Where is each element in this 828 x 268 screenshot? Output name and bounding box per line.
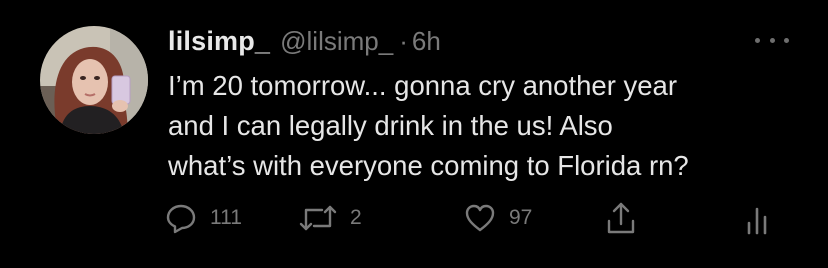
tweet-time[interactable]: 6h [412, 26, 441, 57]
tweet-header: lilsimp_ @lilsimp_ · 6h [168, 26, 441, 56]
tweet-text: I’m 20 tomorrow... gonna cry another yea… [168, 66, 808, 186]
share-button[interactable] [604, 200, 638, 236]
display-name[interactable]: lilsimp_ [168, 26, 270, 57]
retweet-button[interactable]: 2 [298, 200, 362, 236]
tweet-text-line: and I can legally drink in the us! Also [168, 110, 613, 141]
heart-icon [465, 204, 495, 232]
reply-icon [166, 204, 196, 234]
retweet-count: 2 [350, 206, 362, 229]
analytics-button[interactable] [744, 200, 770, 236]
more-dot [784, 37, 789, 43]
tweet[interactable]: lilsimp_ @lilsimp_ · 6h I’m 20 tomorrow.… [0, 0, 828, 268]
analytics-icon [747, 207, 767, 235]
like-count: 97 [509, 206, 533, 229]
share-icon [607, 202, 635, 234]
user-handle[interactable]: @lilsimp_ [280, 26, 393, 57]
tweet-text-line: what’s with everyone coming to Florida r… [168, 150, 689, 181]
reply-count: 111 [210, 206, 242, 229]
avatar-image [40, 26, 148, 134]
tweet-text-line: I’m 20 tomorrow... gonna cry another yea… [168, 70, 677, 101]
reply-button[interactable]: 111 [164, 200, 242, 236]
more-icon[interactable] [755, 32, 789, 48]
tweet-actions: 111 2 97 [0, 200, 828, 236]
more-dot [769, 37, 775, 43]
separator-dot: · [399, 26, 408, 56]
more-dot [755, 37, 760, 43]
retweet-icon [299, 205, 337, 231]
avatar[interactable] [40, 26, 148, 134]
like-button[interactable]: 97 [463, 200, 532, 236]
